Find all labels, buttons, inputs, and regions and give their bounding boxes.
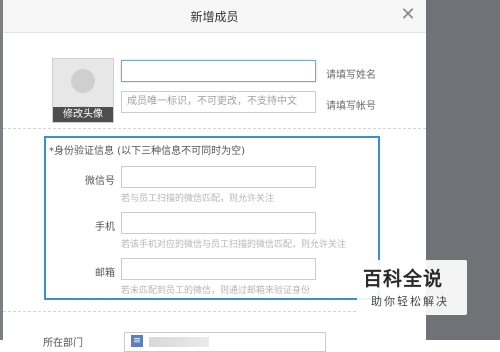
dialog-title: 新增成员 [190,10,239,24]
wechat-hint: 若与员工扫描的微信匹配，则允许关注 [121,194,275,204]
watermark-main-text: 百科全说 [363,268,444,290]
department-row: 所在部门 ≡ [3,322,426,352]
email-input[interactable] [121,258,316,280]
change-avatar-button[interactable]: 修改头像 [53,107,113,122]
phone-label: 手机 [95,222,115,233]
wechat-input[interactable] [121,166,316,188]
watermark-sub-text: 助你轻松解决 [371,295,449,308]
phone-input[interactable] [121,212,316,234]
account-hint: 请填写帐号 [326,101,376,112]
account-input[interactable]: 成员唯一标识，不可更改，不支持中文 [121,91,316,113]
close-icon[interactable]: ✕ [399,6,417,24]
dialog-header: 新增成员 ✕ [3,0,426,33]
department-icon: ≡ [131,335,143,347]
name-input[interactable] [121,60,316,82]
phone-hint: 若该手机对应的微信与员工扫描的微信匹配，则允许关注 [121,240,347,250]
email-hint: 若未匹配到员工的微信，则通过邮箱来验证身份 [121,286,311,296]
verification-title: *身份验证信息 (以下三种信息不可同时为空) [49,146,245,157]
name-hint: 请填写姓名 [326,70,376,81]
section-divider [3,128,426,129]
watermark-logo: 百科全说 助你轻松解决 [357,260,467,315]
department-label: 所在部门 [43,338,83,349]
department-value-redacted [149,337,209,347]
avatar[interactable]: 修改头像 [52,58,114,123]
wechat-label: 微信号 [85,176,115,187]
email-label: 邮箱 [95,268,115,279]
department-selector[interactable]: ≡ [124,332,326,352]
